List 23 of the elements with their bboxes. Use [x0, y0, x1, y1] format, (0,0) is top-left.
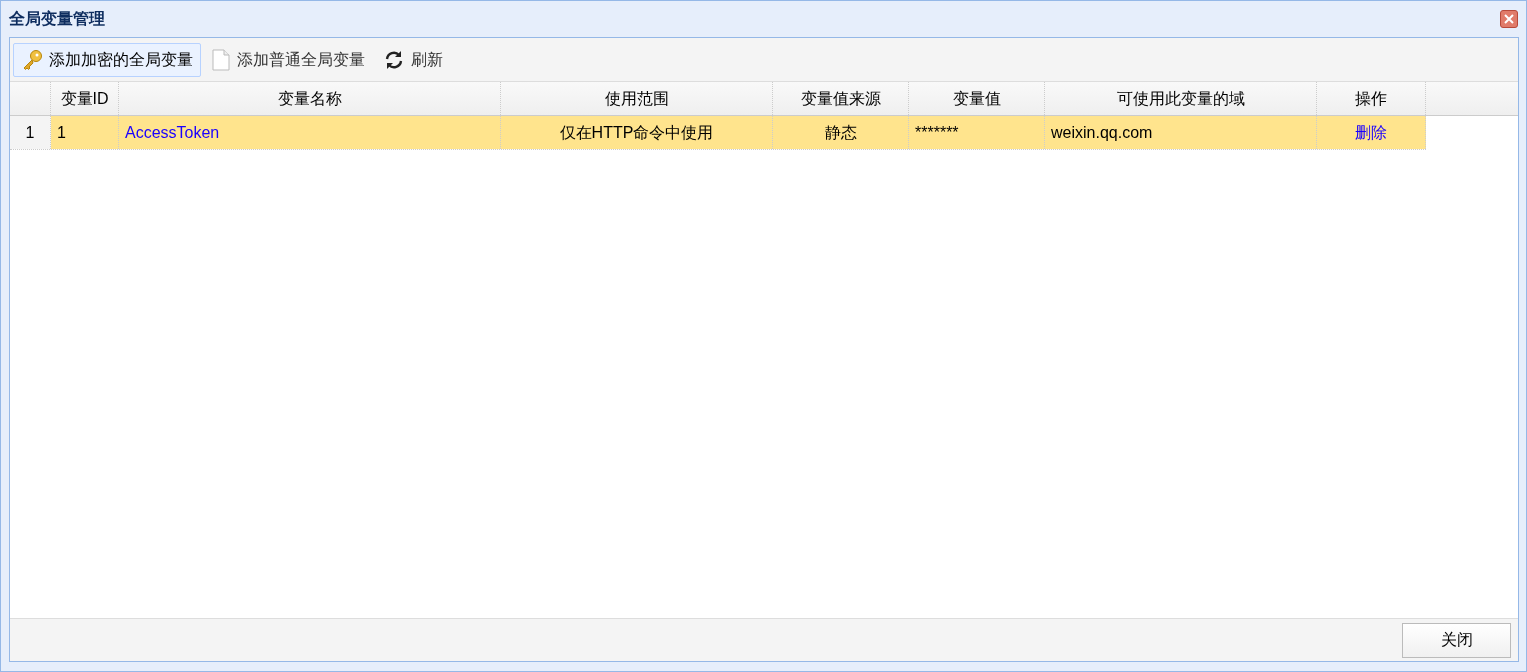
- toolbar-button[interactable]: 添加加密的全局变量: [13, 42, 201, 77]
- column-header: 操作: [1317, 82, 1426, 115]
- table-row[interactable]: 1 1 AccessToken 仅在HTTP命令中使用 静态 ******* weixin.qq.com 删除: [10, 116, 1426, 150]
- table-cell: weixin.qq.com: [1045, 116, 1317, 149]
- table-cell: 静态: [773, 116, 909, 149]
- key-icon: [21, 48, 43, 71]
- toolbar-button[interactable]: 添加普通全局变量: [203, 42, 373, 77]
- close-button[interactable]: 关闭: [1402, 622, 1511, 658]
- row-number: 1: [10, 116, 51, 149]
- table-cell: 1: [51, 116, 119, 149]
- window-title: 全局变量管理: [9, 9, 105, 29]
- document-icon: [211, 48, 231, 71]
- column-header: 变量ID: [51, 82, 119, 115]
- column-header: 变量名称: [119, 82, 501, 115]
- column-header: 变量值: [909, 82, 1045, 115]
- table-cell: *******: [909, 116, 1045, 149]
- close-icon[interactable]: [1500, 10, 1518, 28]
- column-header: 可使用此变量的域: [1045, 82, 1317, 115]
- column-header: 使用范围: [501, 82, 773, 115]
- variable-link[interactable]: AccessToken: [125, 120, 220, 145]
- toolbar-button[interactable]: 刷新: [375, 42, 451, 77]
- table-cell: 仅在HTTP命令中使用: [501, 116, 773, 149]
- column-header: 变量值来源: [773, 82, 909, 115]
